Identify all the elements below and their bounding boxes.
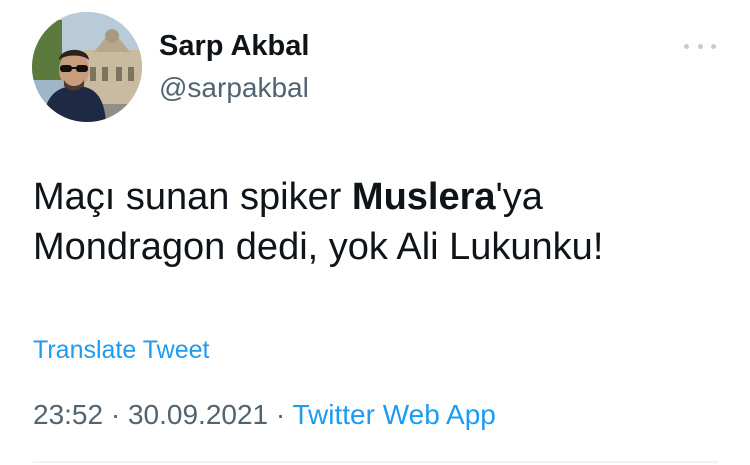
more-horizontal-icon xyxy=(684,43,689,49)
meta-separator: · xyxy=(103,399,128,430)
tweet-text: Maçı sunan spiker Muslera'ya Mondragon d… xyxy=(33,172,723,272)
tweet-source-link[interactable]: Twitter Web App xyxy=(293,399,496,430)
avatar-photo xyxy=(32,12,142,122)
display-name[interactable]: Sarp Akbal xyxy=(159,28,309,64)
avatar[interactable] xyxy=(32,12,142,122)
tweet-meta: 23:52 · 30.09.2021 · Twitter Web App xyxy=(33,397,496,433)
meta-separator: · xyxy=(268,399,293,430)
tweet-date[interactable]: 30.09.2021 xyxy=(128,399,268,430)
more-options-button[interactable] xyxy=(684,36,716,56)
tweet-text-before: Maçı sunan spiker xyxy=(33,176,352,218)
more-horizontal-icon-dot xyxy=(697,43,703,49)
tweet-time[interactable]: 23:52 xyxy=(33,399,103,430)
divider xyxy=(33,461,718,463)
translate-tweet-link[interactable]: Translate Tweet xyxy=(33,334,209,366)
tweet-text-bold: Muslera xyxy=(351,176,496,218)
more-horizontal-icon-dot xyxy=(711,43,716,49)
user-handle[interactable]: @sarpakbal xyxy=(159,71,309,105)
